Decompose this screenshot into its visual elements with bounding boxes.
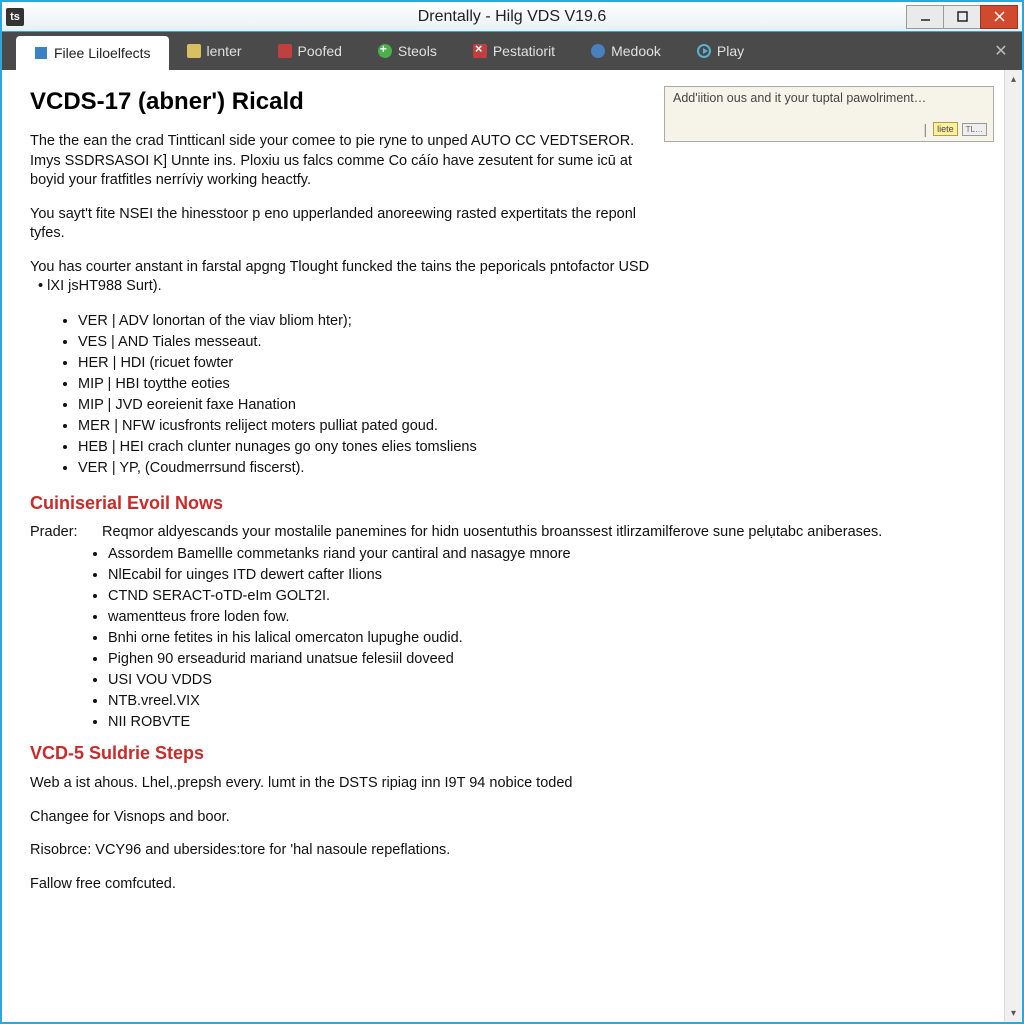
section-heading-cuiniserial: Cuiniserial Evoil Nows <box>30 493 976 514</box>
tab-lenter[interactable]: lenter <box>169 32 260 70</box>
pest-icon <box>473 44 487 58</box>
sidebox-text: Add'iition ous and it your tuptal pawolr… <box>673 91 985 105</box>
list-item: USI VOU VDDS <box>108 670 976 691</box>
plus-icon <box>378 44 392 58</box>
scroll-down-arrow-icon[interactable]: ▾ <box>1005 1004 1022 1022</box>
intro-paragraph-1: The the ean the crad Tintticanl side you… <box>30 132 650 191</box>
prader-row: Prader: Reqmor aldyescands your mostalil… <box>30 524 976 540</box>
medook-icon <box>591 44 605 58</box>
tab-pestatiorit[interactable]: Pestatiorit <box>455 32 573 70</box>
list-item: Bnhi orne fetites in his lalical omercat… <box>108 628 976 649</box>
list-item: NTB.vreel.VIX <box>108 691 976 712</box>
tab-poofed[interactable]: Poofed <box>260 32 360 70</box>
window-title: Drentally - Hilg VDS V19.6 <box>418 8 607 26</box>
feature-list-2: Assordem Bamellle commetanks riand your … <box>30 544 976 733</box>
tab-label: Medook <box>611 43 661 59</box>
separator: | <box>924 121 928 137</box>
intro-paragraph-2: You sayt't fite NSEI the hinesstoor p en… <box>30 205 650 244</box>
vertical-scrollbar[interactable]: ▴ ▾ <box>1004 70 1022 1022</box>
intro-paragraph-3: You has courter anstant in farstal apgng… <box>30 258 650 297</box>
poofed-icon <box>278 44 292 58</box>
steps-paragraph-3: Risobrce: VCY96 and ubersides:tore for '… <box>30 841 970 861</box>
titlebar: ts Drentally - Hilg VDS V19.6 <box>2 2 1022 32</box>
tab-steols[interactable]: Steols <box>360 32 455 70</box>
list-item: MIP | HBI toytthe eoties <box>78 374 976 395</box>
tab-label: Poofed <box>298 43 342 59</box>
list-item: MER | NFW icusfronts reliject moters pul… <box>78 416 976 437</box>
steps-paragraph-1: Web a ist ahous. Lhel,.prepsh every. lum… <box>30 774 970 794</box>
steps-paragraph-2: Changee for Visnops and boor. <box>30 808 970 828</box>
scroll-up-arrow-icon[interactable]: ▴ <box>1005 70 1022 88</box>
info-sidebox: Add'iition ous and it your tuptal pawolr… <box>664 86 994 142</box>
main-toolbar: Filee Liloelfects lenter Poofed Steols P… <box>2 32 1022 70</box>
list-item: HEB | HEI crach clunter nunages go ony t… <box>78 437 976 458</box>
file-icon <box>34 46 48 60</box>
lenter-icon <box>187 44 201 58</box>
tab-play[interactable]: Play <box>679 32 762 70</box>
steps-paragraph-4: Fallow free comfcuted. <box>30 875 970 895</box>
crossed-tools-icon: ✕ <box>994 41 1007 61</box>
tab-label: Play <box>717 43 744 59</box>
sidebox-button-2[interactable]: TL… <box>962 123 987 136</box>
list-item: HER | HDI (ricuet fowter <box>78 353 976 374</box>
tab-label: lenter <box>207 43 242 59</box>
tab-label: Filee Liloelfects <box>54 45 151 61</box>
tab-label: Steols <box>398 43 437 59</box>
tab-medook[interactable]: Medook <box>573 32 679 70</box>
prader-label: Prader: <box>30 524 98 540</box>
list-item: VER | YP, (Coudmerrsund fiscerst). <box>78 458 976 479</box>
minimize-button[interactable] <box>906 5 944 29</box>
scroll-track[interactable] <box>1005 88 1022 1004</box>
window-controls <box>907 5 1018 29</box>
maximize-button[interactable] <box>943 5 981 29</box>
list-item: VES | AND Tiales messeaut. <box>78 332 976 353</box>
list-item: MIP | JVD eoreienit faxe Hanation <box>78 395 976 416</box>
app-icon: ts <box>6 8 24 26</box>
settings-button[interactable]: ✕ <box>986 32 1016 70</box>
list-item: Pighen 90 erseadurid mariand unatsue fel… <box>108 649 976 670</box>
play-icon <box>697 44 711 58</box>
close-button[interactable] <box>980 5 1018 29</box>
list-item: wamentteus frore loden fow. <box>108 607 976 628</box>
sidebox-button-1[interactable]: liete <box>933 122 958 136</box>
section-heading-steps: VCD-5 Suldrie Steps <box>30 743 976 764</box>
prader-text: Reqmor aldyescands your mostalile panemi… <box>102 524 882 540</box>
content-area: VCDS-17 (abner') Ricald The the ean the … <box>2 70 1004 1022</box>
list-item: VER | ADV lonortan of the viav bliom hte… <box>78 311 976 332</box>
tab-label: Pestatiorit <box>493 43 555 59</box>
list-item: NlEcabil for uinges ITD dewert cafter Il… <box>108 565 976 586</box>
list-item: CTND SERACT-oTD-eIm GOLT2I. <box>108 586 976 607</box>
tab-file[interactable]: Filee Liloelfects <box>16 36 169 70</box>
list-item: NII ROBVTE <box>108 712 976 733</box>
list-item: Assordem Bamellle commetanks riand your … <box>108 544 976 565</box>
feature-list-1: VER | ADV lonortan of the viav bliom hte… <box>30 311 976 479</box>
